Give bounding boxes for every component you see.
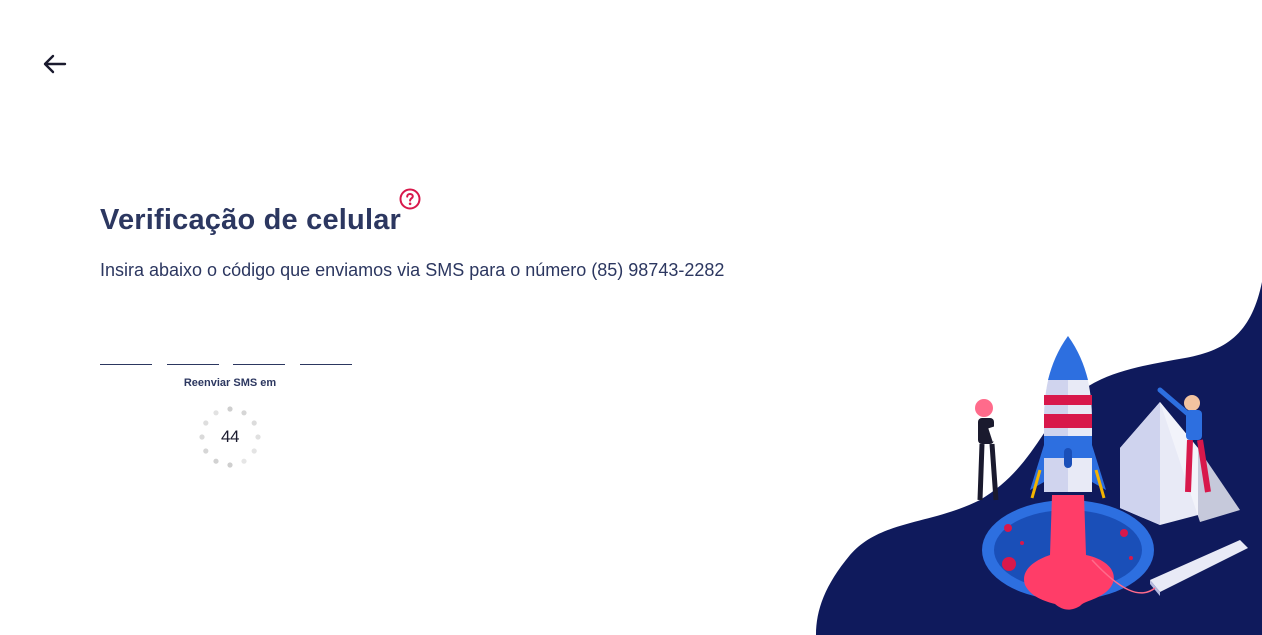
back-button[interactable]: [38, 48, 70, 80]
instructions-text: Insira abaixo o código que enviamos via …: [100, 260, 725, 280]
title-row: Verificação de celular: [100, 186, 421, 254]
page-title: Verificação de celular: [100, 204, 402, 236]
resend-countdown: 44: [199, 406, 261, 468]
question-circle-icon[interactable]: [399, 188, 421, 210]
code-digit-2[interactable]: [167, 330, 219, 365]
rocket-launch-illustration: [816, 282, 1262, 635]
countdown-seconds: 44: [221, 427, 239, 446]
code-digit-3[interactable]: [233, 330, 285, 365]
sms-verification-page: Verificação de celular Insira abaixo o c…: [0, 0, 1262, 635]
resend-sms-label: Reenviar SMS em: [183, 377, 277, 389]
code-digit-1[interactable]: [100, 330, 152, 365]
arrow-left-icon: [43, 54, 67, 74]
code-digit-4[interactable]: [300, 330, 352, 365]
